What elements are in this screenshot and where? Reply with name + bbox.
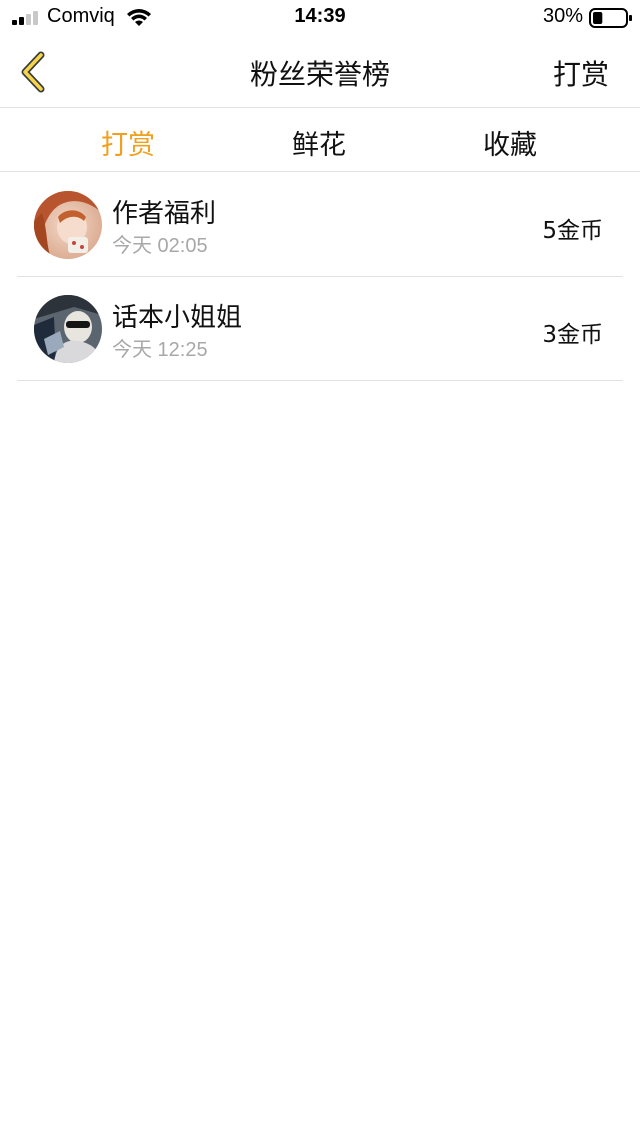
tab-bar: 打赏 鲜花 收藏 (0, 109, 640, 172)
coin-amount: 3金币 (542, 322, 603, 348)
tab-flowers[interactable]: 鲜花 (259, 123, 379, 162)
supporter-list: 作者福利 今天 02:05 5金币 话本小姐姐 今天 12:25 3金币 (17, 173, 623, 381)
tab-tips[interactable]: 打赏 (68, 123, 188, 162)
list-item[interactable]: 话本小姐姐 今天 12:25 3金币 (17, 277, 623, 381)
navigation-bar: 粉丝荣誉榜 打赏 (0, 36, 640, 108)
supporter-name: 话本小姐姐 (112, 303, 243, 333)
list-item[interactable]: 作者福利 今天 02:05 5金币 (17, 173, 623, 277)
supporter-name: 作者福利 (112, 199, 217, 229)
page-title: 粉丝荣誉榜 (249, 58, 390, 91)
timestamp: 今天 02:05 (112, 235, 208, 257)
timestamp: 今天 12:25 (112, 339, 208, 361)
coin-amount: 5金币 (542, 218, 603, 244)
tab-favorites[interactable]: 收藏 (450, 123, 570, 162)
avatar (34, 295, 102, 363)
status-bar: Comviq 14:39 30% (0, 0, 640, 36)
battery-percent: 30% (543, 5, 584, 27)
avatar (34, 191, 102, 259)
tip-button[interactable]: 打赏 (553, 53, 609, 93)
battery-icon (589, 8, 632, 28)
